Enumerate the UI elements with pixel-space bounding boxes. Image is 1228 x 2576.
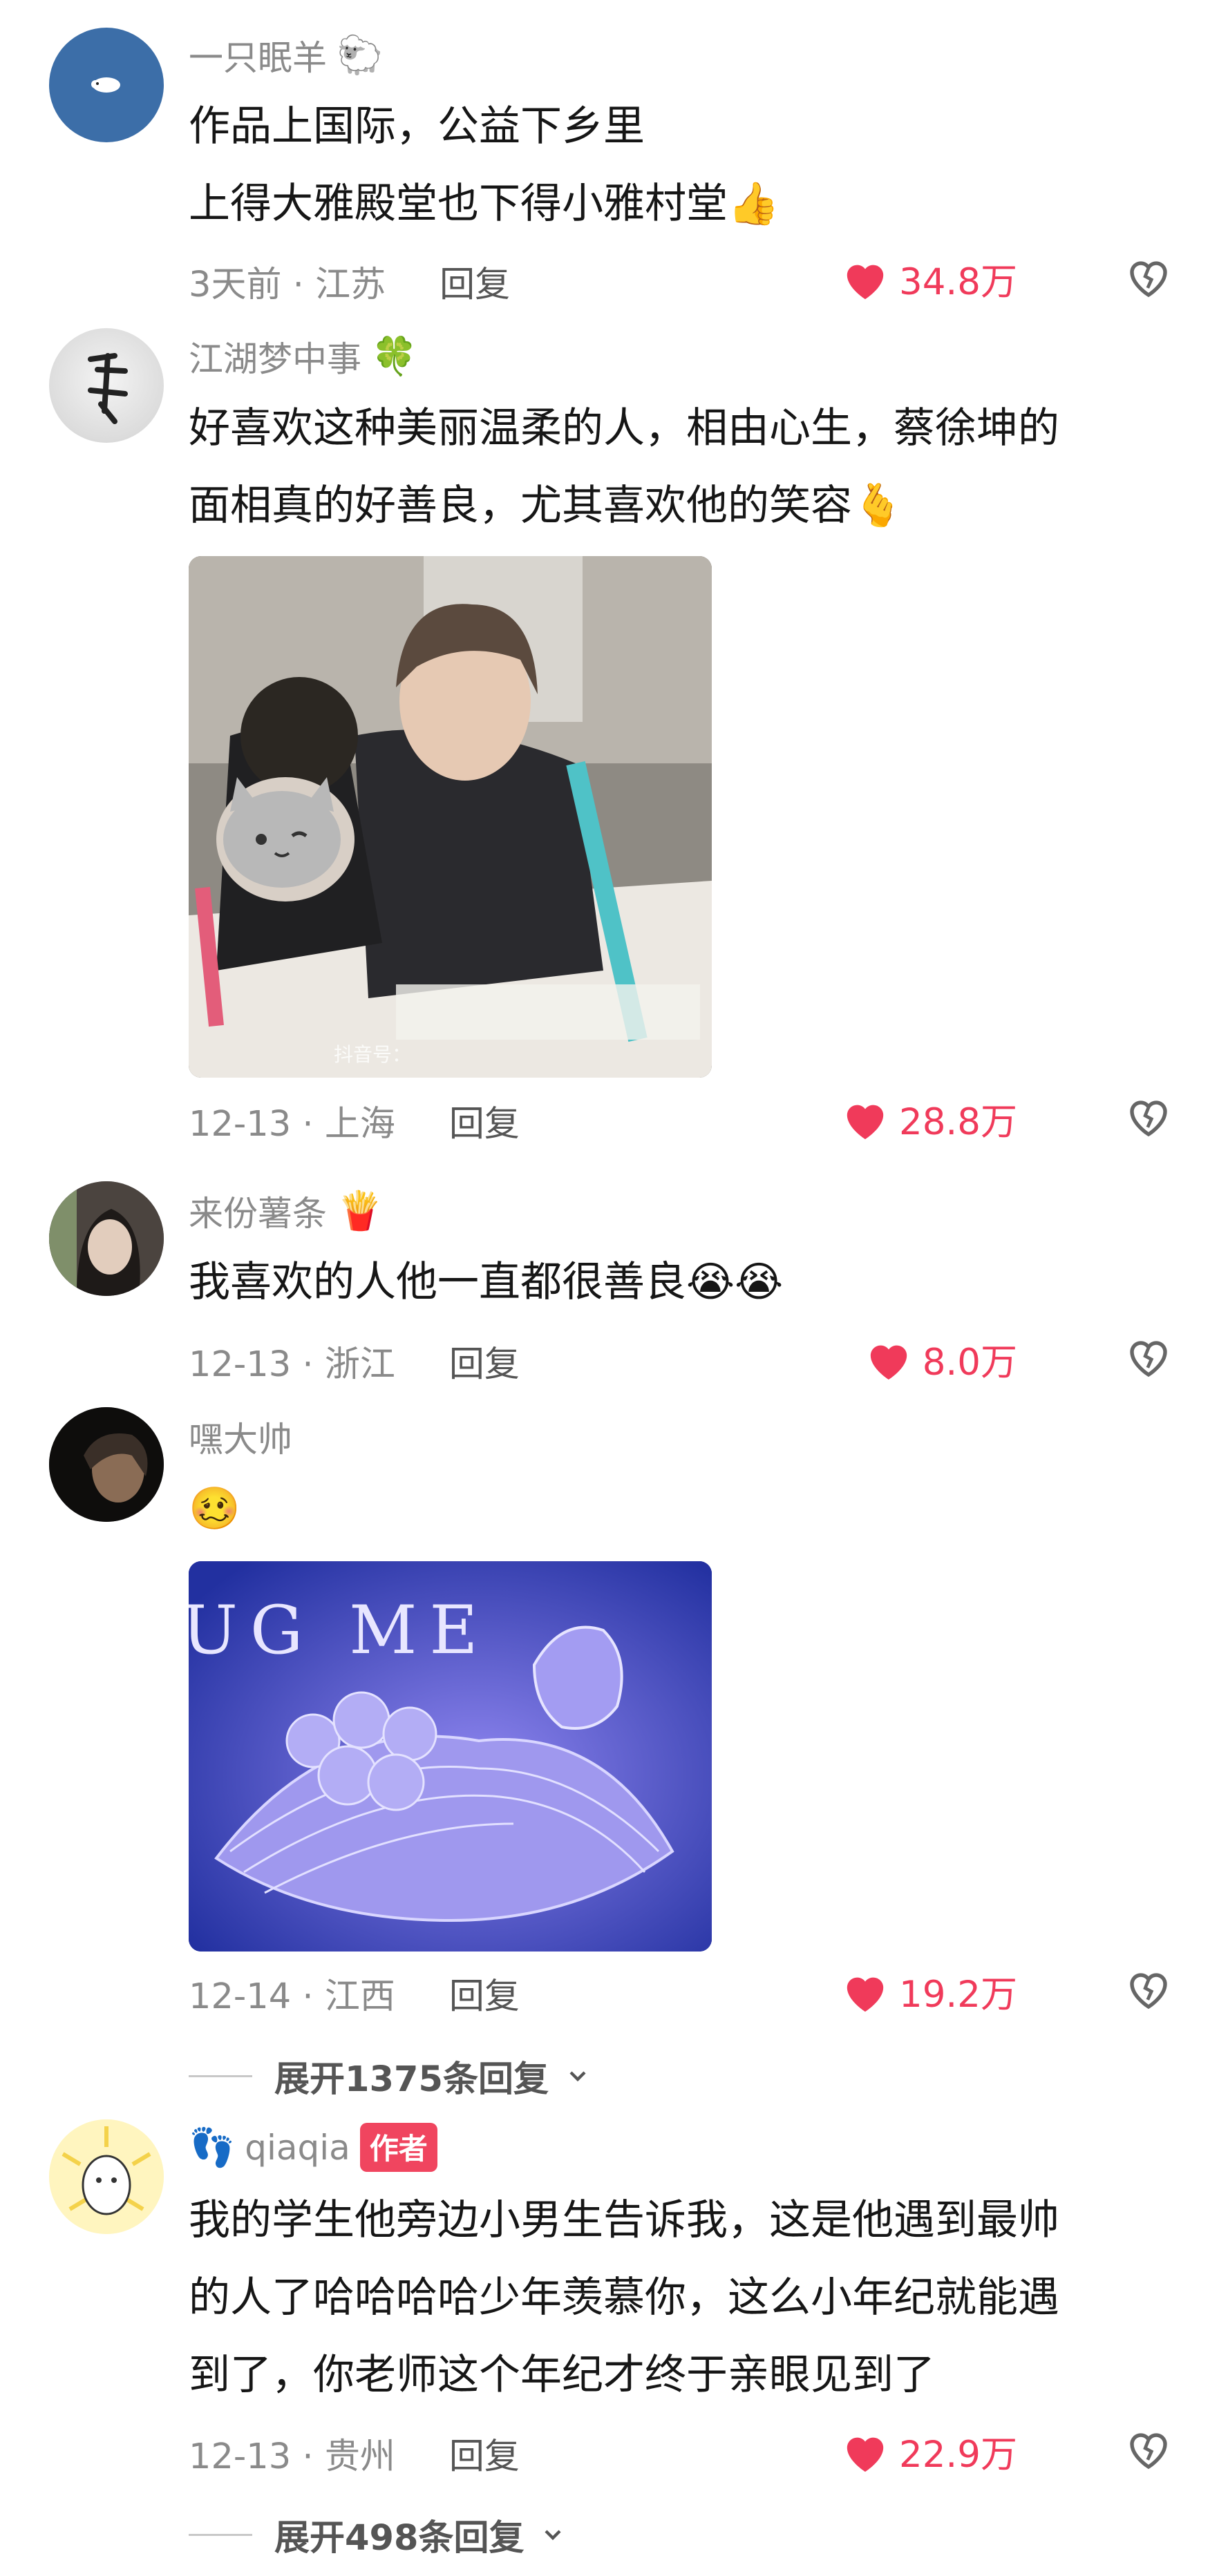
- divider: [189, 2533, 252, 2536]
- username-text: 一只眠羊: [189, 38, 327, 78]
- comment-photo[interactable]: 抖音号：: [189, 556, 712, 1078]
- avatar[interactable]: [49, 28, 164, 142]
- reply-button[interactable]: 回复: [449, 1967, 520, 2019]
- username-text: 嘿大帅: [189, 1420, 292, 1460]
- classroom-photo: [189, 556, 712, 1078]
- expand-replies-label: 展开1375条回复: [274, 2059, 549, 2100]
- heart-icon: [847, 1105, 884, 1140]
- timestamp-location: 12-13 · 浙江: [189, 1344, 395, 1385]
- broken-heart-icon[interactable]: [1124, 254, 1173, 303]
- reply-button[interactable]: 回复: [449, 2427, 520, 2479]
- heart-icon: [870, 1345, 907, 1380]
- timestamp-location: 12-13 · 上海: [189, 1104, 395, 1145]
- comment-line: 到了，你老师这个年纪才终于亲眼见到了: [189, 2351, 935, 2399]
- comment-text: 我的学生他旁边小男生告诉我，这是他遇到最帅 的人了哈哈哈哈少年羡慕你，这么小年纪…: [189, 2182, 1184, 2414]
- comment-line: 作品上国际，公益下乡里: [189, 102, 645, 151]
- avatar[interactable]: [49, 328, 164, 443]
- comment-line: 上得大雅殿堂也下得小雅村堂: [189, 180, 728, 228]
- clover-icon: 🍀: [371, 334, 418, 378]
- heart-icon: [847, 1977, 884, 2012]
- cartoon-avatar-icon: [49, 2119, 164, 2234]
- finger-heart-icon: 🫰: [852, 481, 904, 530]
- like-button[interactable]: 34.8万: [841, 253, 1017, 305]
- like-button[interactable]: 19.2万: [841, 1965, 1017, 2018]
- drawing-text: UG ME: [189, 1592, 491, 1669]
- broken-heart-icon[interactable]: [1124, 2425, 1173, 2475]
- comment-text: 🥴: [189, 1470, 1184, 1547]
- like-count: 34.8万: [898, 261, 1017, 303]
- comment-meta: 12-13 · 浙江 回复: [189, 1335, 520, 1386]
- sheep-avatar-icon: [91, 77, 120, 93]
- broken-heart-icon[interactable]: [1124, 1093, 1173, 1143]
- username[interactable]: 江湖梦中事 🍀: [189, 332, 417, 381]
- comment-text: 作品上国际，公益下乡里 上得大雅殿堂也下得小雅村堂👍: [189, 88, 1184, 242]
- username[interactable]: 👣 qiaqia 作者: [189, 2123, 437, 2172]
- comment-photo[interactable]: UG ME: [189, 1561, 712, 1952]
- calligraphy-avatar-icon: [88, 353, 128, 424]
- fries-icon: 🍟: [337, 1189, 384, 1232]
- chevron-down-icon: [569, 2071, 586, 2082]
- broken-heart-icon[interactable]: [1124, 1965, 1173, 2015]
- timestamp-location: 12-14 · 江西: [189, 1976, 395, 2017]
- thumbs-up-icon: 👍: [728, 180, 780, 228]
- comment-meta: 12-14 · 江西 回复: [189, 1967, 520, 2019]
- like-button[interactable]: 22.9万: [841, 2425, 1017, 2478]
- woozy-face-icon: 🥴: [189, 1485, 240, 1533]
- username[interactable]: 嘿大帅: [189, 1412, 292, 1462]
- expand-replies-button[interactable]: 展开498条回复: [189, 2509, 567, 2560]
- footprints-icon: 👣: [189, 2125, 236, 2169]
- expand-replies-label: 展开498条回复: [274, 2518, 525, 2559]
- comment-meta: 3天前 · 江苏 回复: [189, 256, 510, 307]
- username-text: 江湖梦中事: [189, 339, 361, 379]
- timestamp-location: 3天前 · 江苏: [189, 265, 386, 305]
- comment-line: 好喜欢这种美丽温柔的人，相由心生，蔡徐坤的: [189, 404, 1059, 452]
- comment-text: 好喜欢这种美丽温柔的人，相由心生，蔡徐坤的 面相真的好善良，尤其喜欢他的笑容🫰: [189, 390, 1184, 544]
- dark-portrait-avatar-icon: [49, 1407, 164, 1522]
- username[interactable]: 来份薯条 🍟: [189, 1186, 383, 1236]
- comment-meta: 12-13 · 贵州 回复: [189, 2427, 520, 2479]
- avatar[interactable]: [49, 2119, 164, 2234]
- reply-button[interactable]: 回复: [449, 1095, 520, 1146]
- like-count: 28.8万: [898, 1101, 1017, 1143]
- broken-heart-icon[interactable]: [1124, 1333, 1173, 1383]
- cat-sticker-icon: [223, 777, 341, 888]
- like-count: 22.9万: [898, 2434, 1017, 2476]
- comment-meta: 12-13 · 上海 回复: [189, 1095, 520, 1146]
- comment-line: 的人了哈哈哈哈少年羡慕你，这么小年纪就能遇: [189, 2273, 1059, 2322]
- comment-line: 面相真的好善良，尤其喜欢他的笑容: [189, 481, 852, 530]
- avatar[interactable]: [49, 1407, 164, 1522]
- like-button[interactable]: 8.0万: [865, 1333, 1017, 1386]
- expand-replies-button[interactable]: 展开1375条回复: [189, 2050, 592, 2101]
- like-button[interactable]: 28.8万: [841, 1093, 1017, 1145]
- comment-line: 我的学生他旁边小男生告诉我，这是他遇到最帅: [189, 2196, 1059, 2244]
- username-text: qiaqia: [245, 2127, 350, 2168]
- like-count: 19.2万: [898, 1974, 1017, 2016]
- comment-text: 我喜欢的人他一直都很善良😭😭: [189, 1243, 1184, 1321]
- avatar[interactable]: [49, 1181, 164, 1296]
- username-text: 来份薯条: [189, 1194, 327, 1234]
- watermark-text: 抖音号：: [334, 1043, 412, 1066]
- heart-icon: [847, 2437, 884, 2472]
- heart-icon: [847, 265, 884, 300]
- chevron-down-icon: [545, 2530, 562, 2541]
- username[interactable]: 一只眠羊 🐑: [189, 30, 383, 80]
- author-badge: 作者: [359, 2123, 437, 2172]
- girl-avatar-icon: [49, 1181, 164, 1296]
- reply-button[interactable]: 回复: [440, 256, 510, 307]
- timestamp-location: 12-13 · 贵州: [189, 2436, 395, 2477]
- comment-line: 我喜欢的人他一直都很善良: [189, 1258, 686, 1306]
- divider: [189, 2074, 252, 2077]
- like-count: 8.0万: [922, 1342, 1017, 1384]
- sheep-icon: 🐑: [337, 33, 384, 77]
- reply-button[interactable]: 回复: [449, 1335, 520, 1386]
- crying-icon: 😭😭: [686, 1258, 784, 1306]
